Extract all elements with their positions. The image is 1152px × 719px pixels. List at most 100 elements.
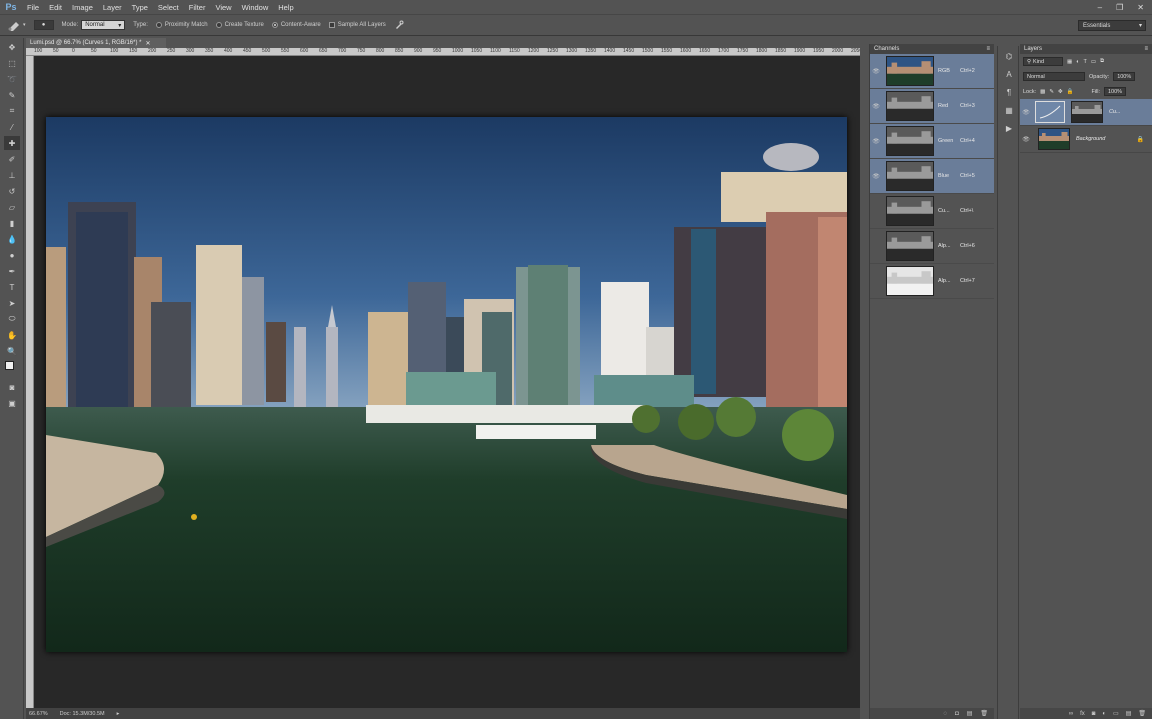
eye-icon[interactable]: 👁 — [1020, 136, 1032, 143]
lock-position-icon[interactable]: ✥ — [1058, 89, 1063, 95]
layer-name[interactable]: Background — [1076, 136, 1105, 142]
doc-size-readout[interactable]: Doc: 15.3M/30.5M — [60, 711, 105, 717]
layer-thumbnail[interactable] — [1038, 128, 1070, 150]
gradient-tool[interactable]: ▮ — [4, 216, 20, 230]
menu-help[interactable]: Help — [273, 3, 298, 12]
history-brush-tool[interactable]: ↺ — [4, 184, 20, 198]
paragraph-icon[interactable]: ¶ — [1002, 88, 1016, 100]
minimize-button[interactable]: – — [1098, 3, 1102, 12]
curves-adjustment-icon[interactable] — [1035, 101, 1065, 123]
shape-tool[interactable]: ⬭ — [4, 312, 20, 326]
filter-shape-icon[interactable]: ▭ — [1091, 59, 1096, 65]
menu-file[interactable]: File — [22, 3, 44, 12]
crop-tool[interactable]: ⌗ — [4, 104, 20, 118]
radio-texture[interactable] — [215, 22, 222, 28]
menu-image[interactable]: Image — [67, 3, 98, 12]
save-selection-icon[interactable]: ◘ — [955, 711, 959, 717]
brush-size-picker[interactable]: ● — [33, 20, 54, 30]
filter-adjustment-icon[interactable]: ◐ — [1076, 59, 1079, 65]
channel-row[interactable]: 👁 Blue Ctrl+5 — [870, 159, 994, 194]
layer-row[interactable]: 👁 Background 🔒 — [1020, 126, 1152, 153]
filter-type-icon[interactable]: T — [1084, 59, 1087, 65]
tool-preset-picker[interactable]: ▾ — [6, 19, 26, 31]
filter-smart-icon[interactable]: ⧉ — [1100, 58, 1104, 65]
brush-tool[interactable]: ✐ — [4, 152, 20, 166]
channel-row[interactable]: Alp... Ctrl+7 — [870, 264, 994, 299]
arrow-right-icon[interactable]: ▸ — [117, 711, 120, 717]
channel-row[interactable]: 👁 RGB Ctrl+2 — [870, 54, 994, 89]
new-layer-icon[interactable]: ▤ — [1126, 710, 1132, 717]
kind-filter-select[interactable]: ⚲ Kind — [1023, 57, 1063, 66]
zoom-tool[interactable]: 🔍 — [4, 344, 20, 358]
eye-icon[interactable]: 👁 — [870, 68, 882, 75]
dodge-tool[interactable]: ● — [4, 248, 20, 262]
vertical-ruler[interactable] — [26, 56, 34, 708]
adjustment-icon[interactable]: ◐ — [1102, 711, 1106, 717]
new-channel-icon[interactable]: ▤ — [967, 710, 973, 717]
channel-row[interactable]: 👁 Green Ctrl+4 — [870, 124, 994, 159]
panel-menu-icon[interactable]: ≡ — [1144, 46, 1148, 52]
close-icon[interactable]: ✕ — [145, 40, 150, 47]
fx-icon[interactable]: fx — [1080, 711, 1085, 717]
lasso-tool[interactable]: ➰ — [4, 72, 20, 86]
screen-mode-button[interactable]: ▣ — [4, 396, 20, 410]
menu-view[interactable]: View — [210, 3, 236, 12]
foreground-color[interactable] — [5, 361, 14, 370]
layers-title[interactable]: Layers — [1024, 46, 1042, 52]
menu-layer[interactable]: Layer — [98, 3, 127, 12]
horizontal-ruler[interactable]: 100 50 0 50 100 150 200 250 300 350 400 450 500 550 60… — [26, 48, 860, 56]
eye-icon[interactable]: 👁 — [870, 103, 882, 110]
type-tool[interactable]: T — [4, 280, 20, 294]
blur-tool[interactable]: 💧 — [4, 232, 20, 246]
channels-title[interactable]: Channels — [874, 46, 899, 52]
filter-pixel-icon[interactable]: ▦ — [1067, 59, 1072, 65]
channel-row[interactable]: 👁 Red Ctrl+3 — [870, 89, 994, 124]
pen-tool[interactable]: ✒ — [4, 264, 20, 278]
character-icon[interactable]: A — [1002, 70, 1016, 82]
eye-icon[interactable]: 👁 — [1020, 109, 1032, 116]
layer-mask-thumbnail[interactable] — [1071, 101, 1103, 123]
lock-all-icon[interactable]: 🔒 — [1067, 89, 1074, 95]
channel-row[interactable]: Alp... Ctrl+6 — [870, 229, 994, 264]
create-texture-radio[interactable]: Create Texture — [215, 22, 264, 28]
menu-type[interactable]: Type — [127, 3, 153, 12]
opacity-field[interactable]: 100% — [1113, 72, 1136, 81]
menu-filter[interactable]: Filter — [184, 3, 211, 12]
menu-edit[interactable]: Edit — [44, 3, 67, 12]
workspace-select[interactable]: Essentials ▾ — [1078, 20, 1146, 31]
quick-select-tool[interactable]: ✎ — [4, 88, 20, 102]
checkbox-sample-all[interactable] — [328, 22, 335, 28]
mode-select[interactable]: Normal ▾ — [81, 20, 126, 30]
group-icon[interactable]: ▭ — [1113, 710, 1119, 717]
layer-row[interactable]: 👁 Cu... — [1020, 99, 1152, 126]
menu-window[interactable]: Window — [237, 3, 274, 12]
move-tool[interactable]: ✥ — [4, 40, 20, 54]
link-icon[interactable]: ∞ — [1069, 711, 1073, 717]
clone-stamp-tool[interactable]: ⊥ — [4, 168, 20, 182]
mask-icon[interactable]: ◙ — [1092, 711, 1096, 717]
layer-name[interactable]: Cu... — [1109, 109, 1121, 115]
lock-image-icon[interactable]: ✎ — [1049, 89, 1054, 95]
eye-icon[interactable]: 👁 — [870, 138, 882, 145]
panel-menu-icon[interactable]: ≡ — [986, 46, 990, 52]
sample-all-layers-checkbox[interactable]: Sample All Layers — [328, 22, 386, 28]
color-swatches[interactable] — [4, 360, 20, 378]
content-aware-radio[interactable]: Content-Aware — [271, 22, 321, 28]
eye-icon[interactable]: 👁 — [870, 173, 882, 180]
restore-button[interactable]: ❐ — [1116, 3, 1123, 12]
history-icon[interactable]: ⌬ — [1002, 52, 1016, 64]
eraser-tool[interactable]: ▱ — [4, 200, 20, 214]
lock-transparent-icon[interactable]: ▩ — [1040, 89, 1045, 95]
radio-proximity[interactable] — [155, 22, 162, 28]
spot-healing-tool[interactable]: ✚ — [4, 136, 20, 150]
menu-select[interactable]: Select — [153, 3, 184, 12]
delete-layer-icon[interactable]: 🗑 — [1138, 710, 1146, 717]
properties-icon[interactable]: ▦ — [1002, 106, 1016, 118]
marquee-tool[interactable]: ⬚ — [4, 56, 20, 70]
zoom-readout[interactable]: 66.67% — [29, 711, 48, 717]
proximity-match-radio[interactable]: Proximity Match — [155, 22, 208, 28]
channel-row[interactable]: Cu... Ctrl+\ — [870, 194, 994, 229]
image-canvas[interactable] — [46, 117, 847, 652]
hand-tool[interactable]: ✋ — [4, 328, 20, 342]
close-button[interactable]: ✕ — [1137, 3, 1144, 12]
